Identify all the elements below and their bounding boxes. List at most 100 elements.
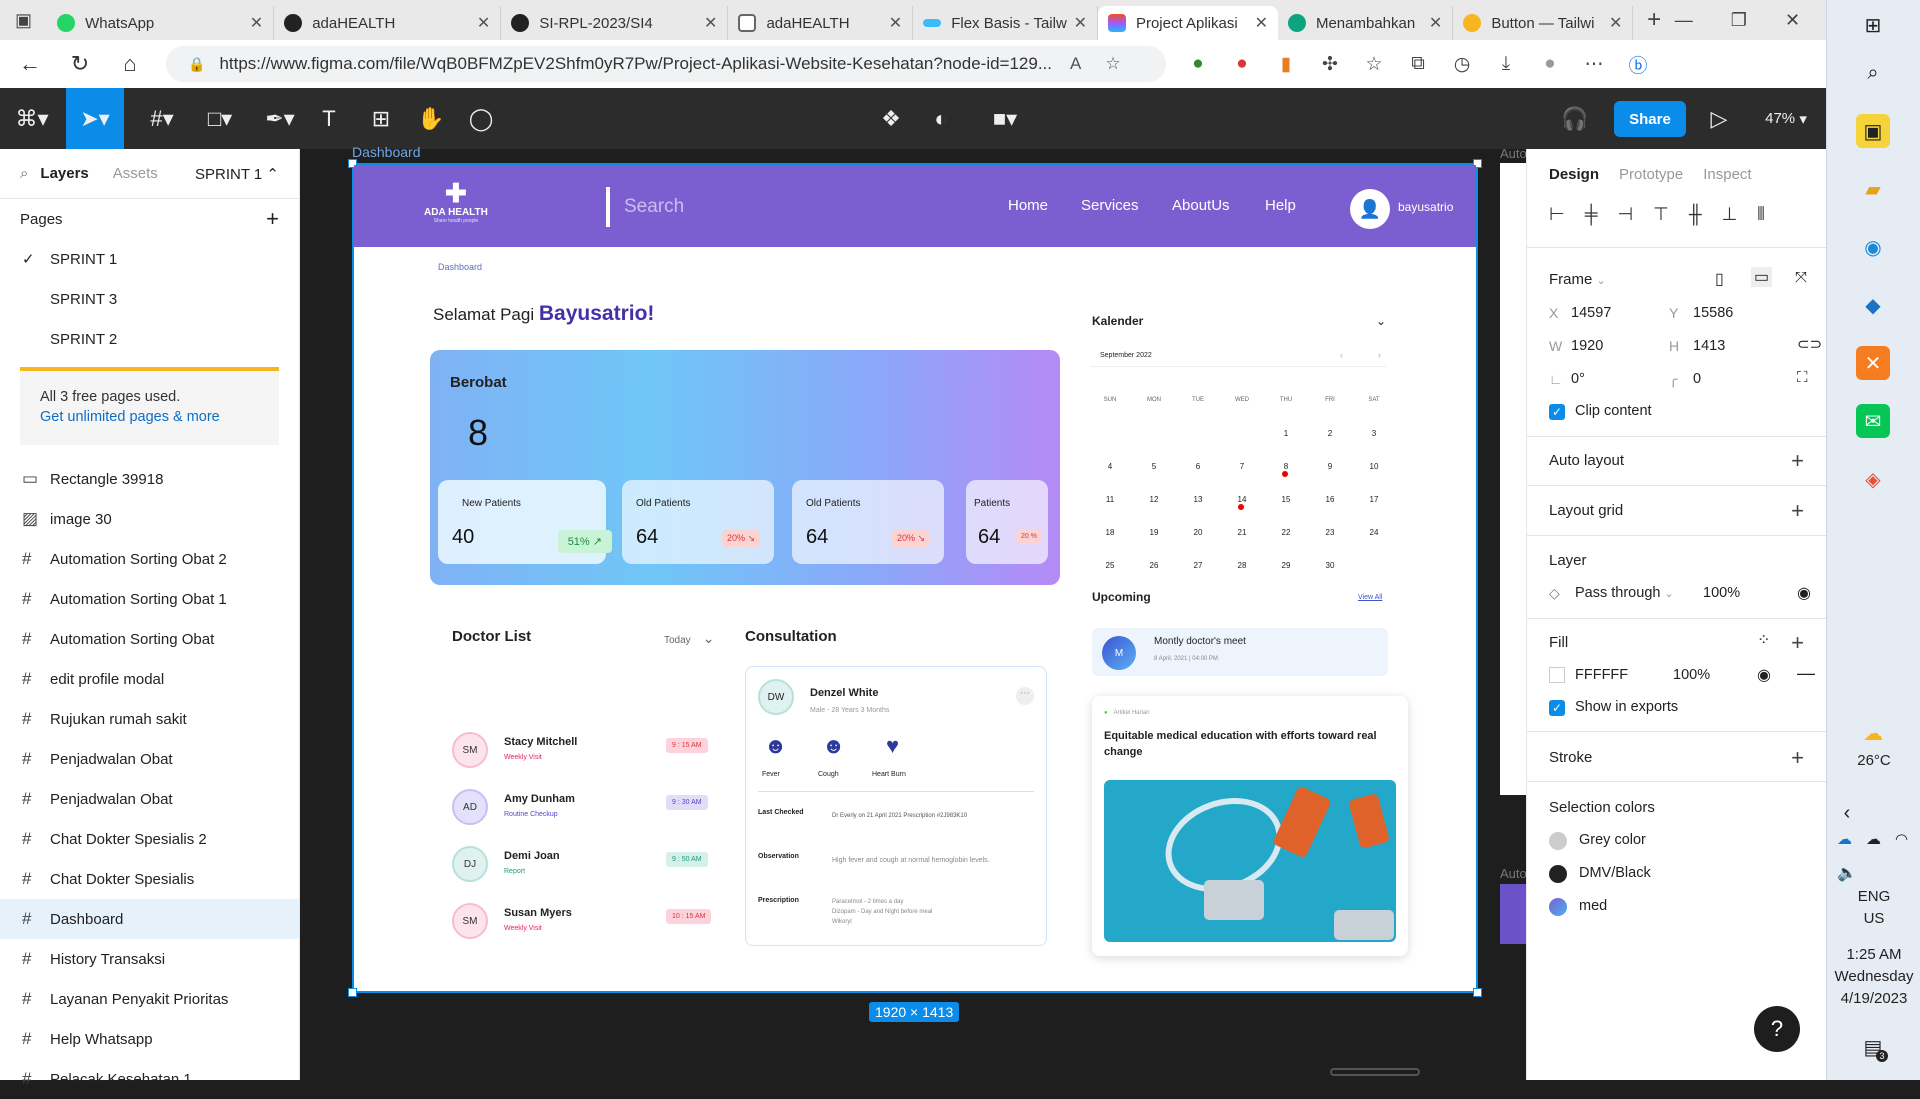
distribute-icon[interactable]: ⫴ bbox=[1757, 204, 1765, 225]
download-icon[interactable]: ⤓ bbox=[1484, 53, 1528, 75]
tab-layers[interactable]: Layers bbox=[40, 165, 88, 182]
edge-icon[interactable]: ◉ bbox=[1856, 230, 1890, 264]
layer-item[interactable]: # Penjadwalan Obat bbox=[0, 739, 299, 779]
color-swatch[interactable] bbox=[1549, 865, 1567, 883]
chevron-left-icon[interactable]: ‹ bbox=[1827, 796, 1867, 830]
add-layout-grid-icon[interactable]: + bbox=[1791, 498, 1804, 524]
windows-start-icon[interactable]: ⊞ bbox=[1856, 8, 1890, 42]
extension-icon[interactable]: ● bbox=[1176, 53, 1220, 75]
show-in-exports-checkbox[interactable]: ✓ bbox=[1549, 700, 1565, 716]
calendar-day[interactable]: 10 bbox=[1354, 462, 1394, 471]
layer-item[interactable]: # History Transaksi bbox=[0, 939, 299, 979]
language-region[interactable]: US bbox=[1827, 910, 1920, 927]
vscode-icon[interactable]: ◆ bbox=[1856, 288, 1890, 322]
close-icon[interactable]: ✕ bbox=[1074, 13, 1087, 33]
calendar-day[interactable]: 29 bbox=[1266, 561, 1306, 570]
chevron-down-icon[interactable]: ⌄ bbox=[1376, 314, 1386, 328]
layer-item[interactable]: # Layanan Penyakit Prioritas bbox=[0, 979, 299, 1019]
layer-item[interactable]: ▨ image 30 bbox=[0, 499, 299, 539]
browser-tab-active[interactable]: Project Aplikasi ✕ bbox=[1097, 6, 1278, 40]
layer-opacity[interactable]: 100% bbox=[1703, 585, 1740, 601]
hand-tool-icon[interactable]: ✋ bbox=[416, 88, 446, 149]
doctor-row[interactable]: DJ Demi Joan Report 9 : 50 AM bbox=[452, 846, 742, 894]
calendar-day[interactable]: 13 bbox=[1178, 495, 1218, 504]
clock-day[interactable]: Wednesday bbox=[1827, 968, 1920, 985]
patient-card[interactable]: New Patients 40 51% ↗ bbox=[438, 480, 612, 564]
fill-opacity[interactable]: 100% bbox=[1673, 667, 1710, 683]
comment-tool-icon[interactable]: ◯ bbox=[466, 88, 496, 149]
calendar-day[interactable]: 2 bbox=[1310, 429, 1350, 438]
minimize-icon[interactable]: — bbox=[1675, 10, 1693, 31]
nav-services[interactable]: Services bbox=[1081, 197, 1139, 214]
view-all-link[interactable]: View All bbox=[1358, 594, 1382, 601]
app-search-input[interactable]: Search bbox=[606, 187, 684, 227]
blend-mode-select[interactable]: Pass through ⌄ bbox=[1575, 585, 1674, 601]
color-swatch[interactable] bbox=[1549, 832, 1567, 850]
calendar-day[interactable]: 19 bbox=[1134, 528, 1174, 537]
calendar-day[interactable]: 3 bbox=[1354, 429, 1394, 438]
calendar-day[interactable]: 9 bbox=[1310, 462, 1350, 471]
more-icon[interactable]: ⋯ bbox=[1016, 687, 1034, 705]
calendar-day[interactable]: 28 bbox=[1222, 561, 1262, 570]
text-tool-icon[interactable]: T bbox=[314, 88, 344, 149]
fill-hex[interactable]: FFFFFF bbox=[1575, 667, 1628, 683]
search-icon[interactable]: ⌕ bbox=[20, 165, 28, 182]
color-name[interactable]: DMV/Black bbox=[1579, 865, 1651, 881]
sprint-selector[interactable]: SPRINT 1 ⌃ bbox=[195, 165, 279, 183]
favorite-add-icon[interactable]: ☆ bbox=[1105, 54, 1120, 74]
url-field[interactable]: 🔒 https://www.figma.com/file/WqB0BFMZpEV2… bbox=[166, 46, 1166, 82]
y-field[interactable]: 15586 bbox=[1693, 305, 1733, 321]
align-middle-icon[interactable]: ╫ bbox=[1689, 204, 1702, 225]
clip-content-checkbox[interactable]: ✓ bbox=[1549, 404, 1565, 420]
resize-handle[interactable] bbox=[348, 988, 357, 997]
align-center-icon[interactable]: ╪ bbox=[1585, 204, 1598, 225]
xampp-icon[interactable]: ✕ bbox=[1856, 346, 1890, 380]
close-icon[interactable]: ✕ bbox=[704, 13, 717, 33]
wifi-icon[interactable]: ◠ bbox=[1895, 830, 1908, 848]
browser-tab[interactable]: SI-RPL-2023/SI4 ✕ bbox=[501, 6, 729, 40]
upgrade-link[interactable]: Get unlimited pages & more bbox=[40, 409, 259, 425]
refresh-icon[interactable]: ↻ bbox=[60, 44, 100, 84]
calendar-day[interactable]: 30 bbox=[1310, 561, 1350, 570]
calendar-day[interactable]: 20 bbox=[1178, 528, 1218, 537]
more-icon[interactable]: ⋯ bbox=[1572, 53, 1616, 76]
prev-month-icon[interactable]: ‹ bbox=[1340, 350, 1343, 360]
rotation-field[interactable]: 0° bbox=[1571, 371, 1585, 387]
calendar-day[interactable]: 22 bbox=[1266, 528, 1306, 537]
article-card[interactable]: ● Artikel Harian Equitable medical educat… bbox=[1092, 696, 1408, 956]
audio-icon[interactable]: 🎧 bbox=[1560, 88, 1590, 149]
tab-actions-icon[interactable]: ▣ bbox=[0, 0, 47, 40]
collections-icon[interactable]: ⧉ bbox=[1396, 53, 1440, 75]
fill-swatch[interactable] bbox=[1549, 667, 1565, 683]
extensions-icon[interactable]: ✣ bbox=[1308, 53, 1352, 76]
color-swatch[interactable] bbox=[1549, 898, 1567, 916]
tab-design[interactable]: Design bbox=[1549, 166, 1599, 183]
close-window-icon[interactable]: ✕ bbox=[1785, 10, 1800, 31]
layer-item[interactable]: # Automation Sorting Obat 2 bbox=[0, 539, 299, 579]
constrain-proportions-icon[interactable]: ⊂⊃ bbox=[1797, 335, 1822, 353]
add-fill-icon[interactable]: + bbox=[1791, 630, 1804, 656]
styles-icon[interactable]: ⁘ bbox=[1757, 630, 1770, 650]
calendar-day[interactable]: 27 bbox=[1178, 561, 1218, 570]
bing-icon[interactable]: ⓑ bbox=[1616, 51, 1660, 78]
landscape-icon[interactable]: ▭ bbox=[1751, 267, 1773, 287]
tab-inspect[interactable]: Inspect bbox=[1703, 166, 1751, 183]
remove-fill-icon[interactable]: — bbox=[1797, 663, 1815, 684]
layer-item[interactable]: # Automation Sorting Obat bbox=[0, 619, 299, 659]
color-name[interactable]: Grey color bbox=[1579, 832, 1646, 848]
layer-item[interactable]: # Pelacak Kesehatan 1 bbox=[0, 1059, 299, 1099]
align-right-icon[interactable]: ⊣ bbox=[1617, 204, 1633, 225]
component-icon[interactable]: ❖ bbox=[876, 88, 906, 149]
volume-icon[interactable]: 🔈 bbox=[1827, 856, 1867, 890]
layer-item[interactable]: # Help Whatsapp bbox=[0, 1019, 299, 1059]
history-icon[interactable]: ◷ bbox=[1440, 53, 1484, 76]
help-button[interactable]: ? bbox=[1754, 1006, 1800, 1052]
page-item[interactable]: SPRINT 3 bbox=[0, 279, 299, 319]
next-month-icon[interactable]: › bbox=[1378, 350, 1381, 360]
layer-item[interactable]: # Chat Dokter Spesialis bbox=[0, 859, 299, 899]
patient-card[interactable]: Patients 64 20 % bbox=[966, 480, 1048, 564]
close-icon[interactable]: ✕ bbox=[250, 13, 263, 33]
independent-corners-icon[interactable]: ⛶ bbox=[1797, 369, 1808, 386]
calendar-day[interactable]: 25 bbox=[1090, 561, 1130, 570]
read-aloud-icon[interactable]: A bbox=[1070, 54, 1081, 74]
